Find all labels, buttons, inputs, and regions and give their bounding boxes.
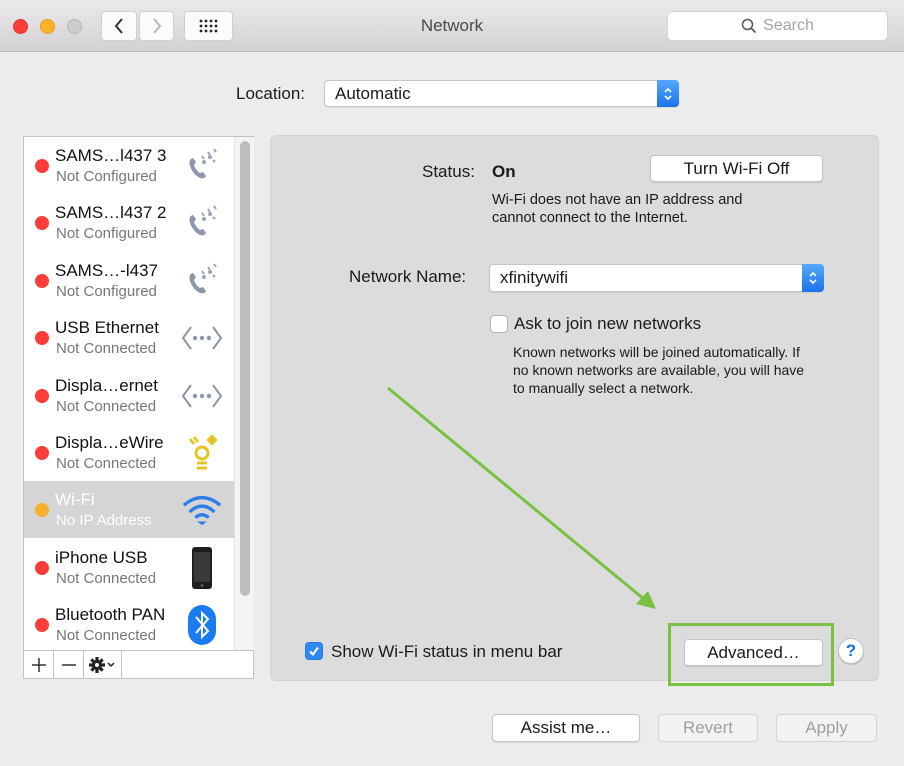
location-label: Location: xyxy=(236,84,305,103)
service-item-sams-l437-2[interactable]: SAMS…l437 2 Not Configured xyxy=(24,194,234,251)
service-name: Displa…ernet xyxy=(55,375,158,395)
search-placeholder: Search xyxy=(763,17,814,34)
location-value: Automatic xyxy=(335,83,411,103)
apply-button[interactable]: Apply xyxy=(776,714,877,742)
sidebar-toolbar xyxy=(24,650,253,678)
service-status: Not Connected xyxy=(56,569,157,587)
remove-service-button[interactable] xyxy=(54,651,84,678)
service-status: No IP Address xyxy=(56,512,152,530)
network-name-label: Network Name: xyxy=(349,267,467,286)
ethernet-icon xyxy=(180,317,224,359)
status-dot-icon xyxy=(35,159,49,173)
status-dot-icon xyxy=(35,560,49,575)
iphone-icon xyxy=(180,546,224,589)
phone-modem-icon xyxy=(180,145,224,187)
sidebar-scrollbar-thumb[interactable] xyxy=(240,141,250,596)
plus-icon xyxy=(31,657,46,672)
service-name: Wi-Fi xyxy=(55,490,95,510)
ethernet-icon xyxy=(180,375,224,417)
show-wifi-status-checkbox[interactable] xyxy=(305,642,323,660)
phone-modem-icon xyxy=(180,260,224,302)
network-name-select-stepper[interactable] xyxy=(802,264,824,292)
network-services-list: SAMS…l437 3 Not Configured SAMS…l437 2 Not … xyxy=(24,137,234,650)
service-actions-button[interactable] xyxy=(84,651,122,678)
status-description-line-1: Wi-Fi does not have an IP address and xyxy=(492,192,743,208)
service-name: SAMS…l437 2 xyxy=(55,203,167,223)
status-value: On xyxy=(492,162,516,181)
service-item-usb-ethernet[interactable]: USB Ethernet Not Connected xyxy=(24,309,234,366)
status-label: Status: xyxy=(422,162,475,181)
service-item-displa-ewire[interactable]: Displa…eWire Not Connected xyxy=(24,424,234,481)
gear-icon xyxy=(88,656,115,673)
service-status: Not Configured xyxy=(56,225,157,243)
network-name-select[interactable]: xfinitywifi xyxy=(489,264,824,292)
service-item-displa-ernet[interactable]: Displa…ernet Not Connected xyxy=(24,367,234,424)
sidebar-scrollbar[interactable] xyxy=(234,137,254,650)
service-status: Not Configured xyxy=(56,282,157,300)
firewire-icon xyxy=(180,432,224,474)
service-status: Not Connected xyxy=(56,455,157,472)
service-name: Bluetooth PAN xyxy=(55,605,166,625)
service-name: USB Ethernet xyxy=(55,318,159,338)
assist-me-button[interactable]: Assist me… xyxy=(492,714,640,742)
title-bar: Network Search xyxy=(0,0,904,52)
ask-to-join-checkbox[interactable] xyxy=(490,315,508,333)
network-name-value: xfinitywifi xyxy=(500,268,569,287)
status-dot-icon xyxy=(35,331,49,346)
bluetooth-icon xyxy=(180,604,224,646)
service-name: SAMS…l437 3 xyxy=(55,146,167,165)
ask-description-line-3: to manually select a network. xyxy=(513,380,694,396)
ask-description-line-1: Known networks will be joined automatica… xyxy=(513,344,800,360)
up-down-chevron-icon xyxy=(664,87,672,100)
status-dot-icon xyxy=(35,618,49,633)
up-down-chevron-icon xyxy=(809,271,817,285)
service-status: Not Connected xyxy=(56,627,157,645)
service-item-wi-fi[interactable]: Wi-Fi No IP Address xyxy=(24,481,234,539)
ask-description-line-2: no known networks are available, you wil… xyxy=(513,362,805,378)
turn-wifi-off-button[interactable]: Turn Wi-Fi Off xyxy=(650,155,823,182)
status-description: Wi-Fi does not have an IP address and ca… xyxy=(492,191,742,227)
status-dot-icon xyxy=(35,503,49,518)
checkmark-icon xyxy=(309,646,319,657)
status-dot-icon xyxy=(35,216,49,231)
status-dot-icon xyxy=(35,273,49,288)
phone-modem-icon xyxy=(180,202,224,244)
revert-button[interactable]: Revert xyxy=(658,714,758,742)
help-button[interactable]: ? xyxy=(838,638,864,664)
advanced-button[interactable]: Advanced… xyxy=(684,639,823,666)
location-select-stepper[interactable] xyxy=(657,80,679,107)
service-item-iphone-usb[interactable]: iPhone USB Not Connected xyxy=(24,539,234,596)
service-status: Not Connected xyxy=(56,397,157,415)
search-icon xyxy=(741,18,757,34)
ask-to-join-description: Known networks will be joined automatica… xyxy=(513,343,804,397)
minus-icon xyxy=(61,663,76,666)
search-field[interactable]: Search xyxy=(667,11,888,41)
status-dot-icon xyxy=(35,446,49,460)
service-status: Not Connected xyxy=(56,340,157,358)
status-description-line-2: cannot connect to the Internet. xyxy=(492,210,688,226)
service-item-sams-l437-3[interactable]: SAMS…l437 3 Not Configured xyxy=(24,137,234,194)
location-select[interactable]: Automatic xyxy=(324,80,679,107)
show-wifi-status-label[interactable]: Show Wi-Fi status in menu bar xyxy=(331,642,562,662)
ask-to-join-label[interactable]: Ask to join new networks xyxy=(514,314,701,334)
service-item-sams-l437[interactable]: SAMS…-l437 Not Configured xyxy=(24,252,234,309)
service-name: iPhone USB xyxy=(55,547,148,567)
service-name: Displa…eWire xyxy=(55,433,164,452)
status-dot-icon xyxy=(35,388,49,403)
network-services-sidebar: SAMS…l437 3 Not Configured SAMS…l437 2 Not … xyxy=(23,136,254,679)
wifi-icon xyxy=(180,489,224,531)
add-service-button[interactable] xyxy=(24,651,54,678)
service-name: SAMS…-l437 xyxy=(55,260,158,280)
service-status: Not Configured xyxy=(56,168,157,185)
service-item-bluetooth-pan[interactable]: Bluetooth PAN Not Connected xyxy=(24,596,234,650)
